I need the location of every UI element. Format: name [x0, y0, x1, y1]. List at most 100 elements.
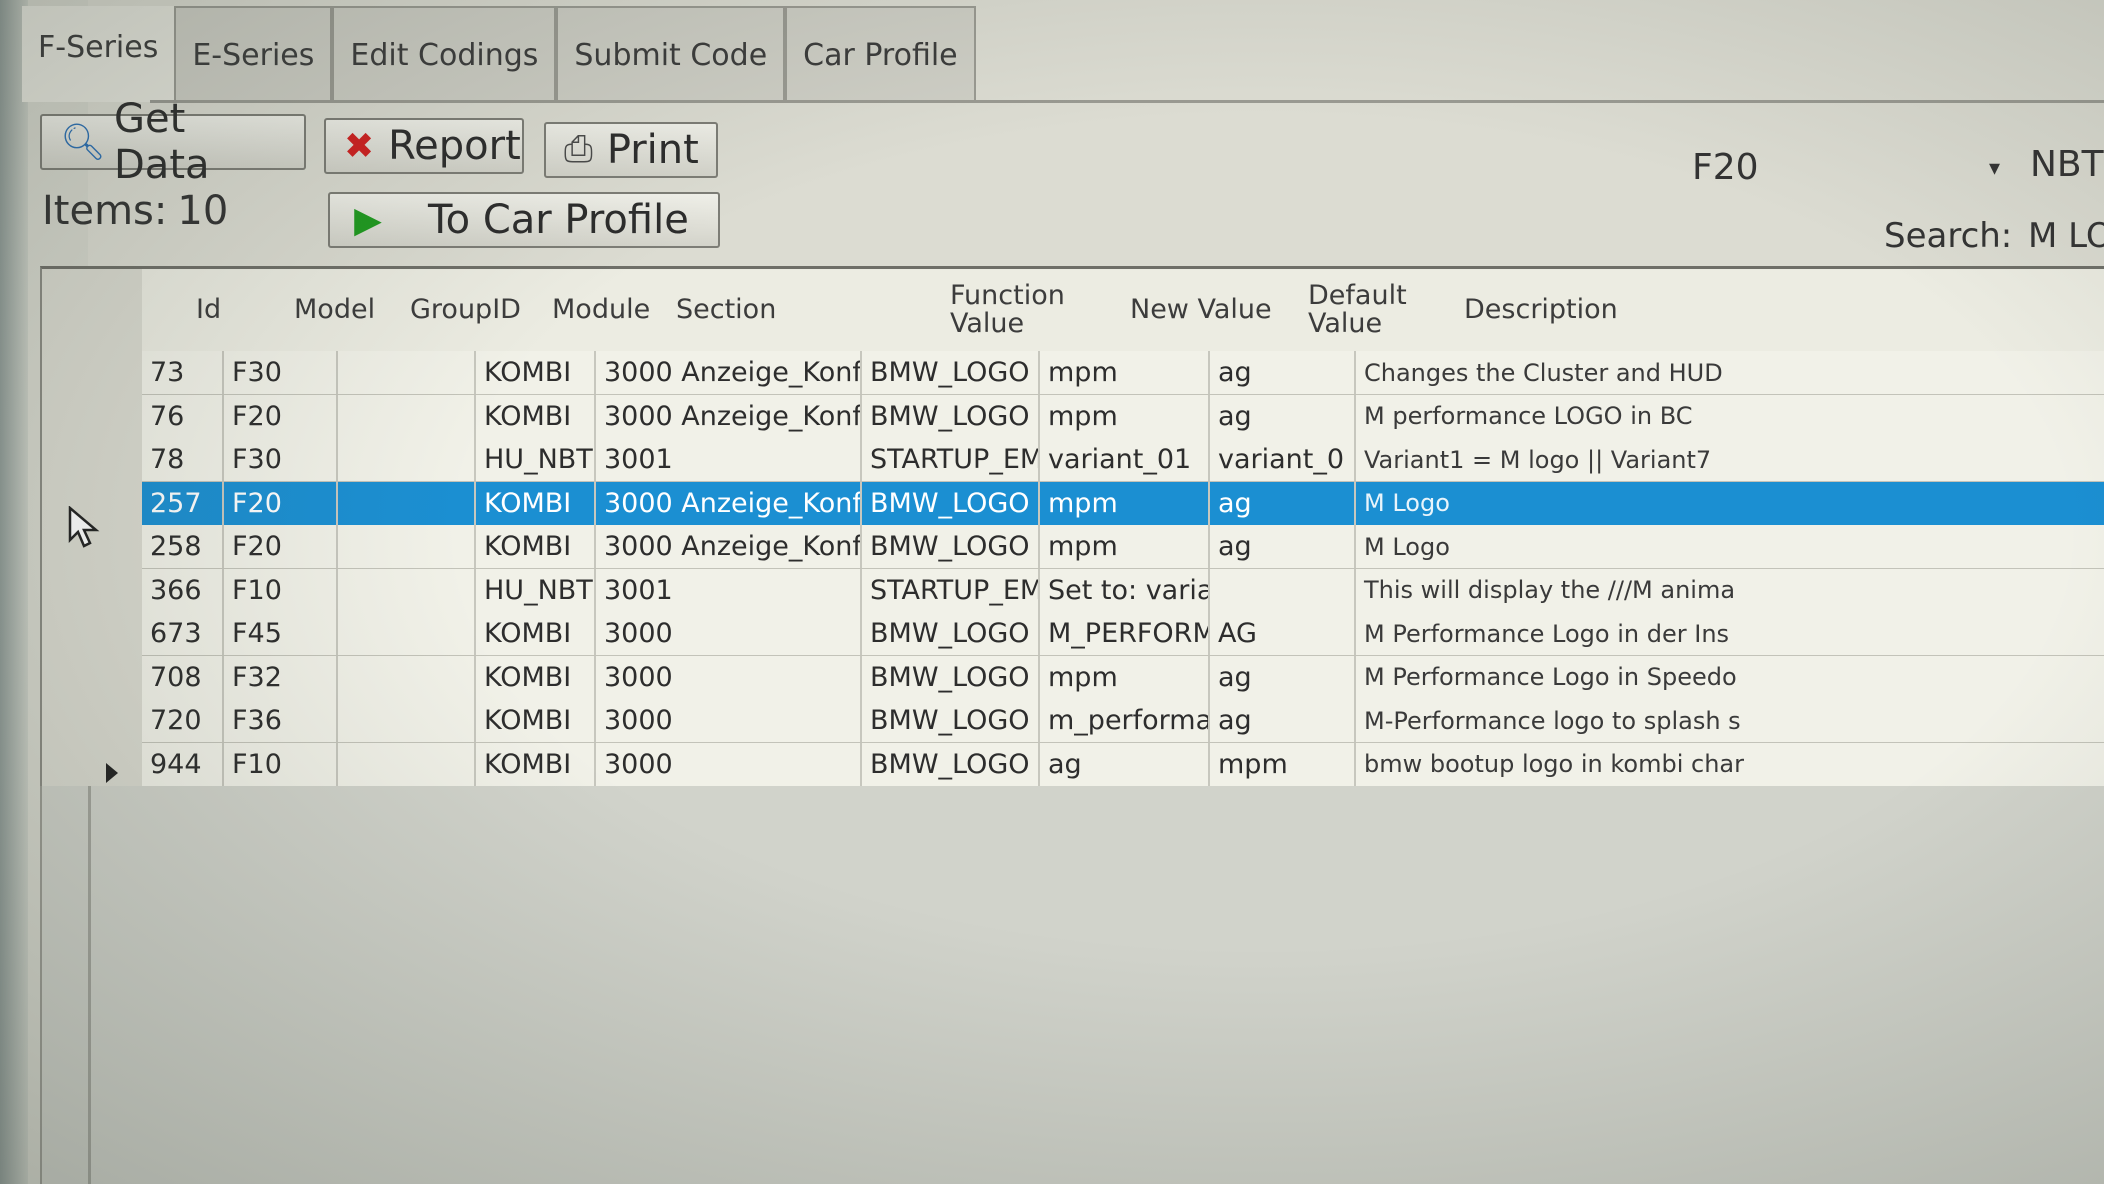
cell-module[interactable]: KOMBI [476, 525, 596, 568]
cell-module[interactable]: KOMBI [476, 699, 596, 742]
tab-submit-code[interactable]: Submit Code [556, 6, 786, 102]
cell-id[interactable]: 708 [142, 655, 224, 699]
cell-new-value[interactable]: mpm [1040, 481, 1210, 525]
cell-groupid[interactable] [338, 612, 476, 655]
col-header-groupid[interactable]: GroupID [410, 269, 521, 351]
cell-section[interactable]: 3000 [596, 699, 862, 742]
table-row[interactable]: 673F45 KOMBI3000BMW_LOGOM_PERFORMANCEAGM … [142, 612, 2104, 657]
cell-function-value[interactable]: BMW_LOGO [862, 525, 1040, 568]
cell-id[interactable]: 73 [142, 351, 224, 394]
cell-default-value[interactable]: ag [1210, 525, 1356, 568]
cell-model[interactable]: F45 [224, 612, 338, 655]
tab-e-series[interactable]: E-Series [174, 6, 333, 102]
cell-description[interactable]: Variant1 = M logo || Variant7 [1356, 438, 2104, 481]
cell-function-value[interactable]: BMW_LOGO [862, 742, 1040, 786]
table-row[interactable]: 708 F32 KOMBI 3000 BMW_LOGO mpm ag M Performanc… [142, 655, 2104, 701]
col-header-default-value[interactable]: Default Value [1308, 269, 1418, 351]
cell-new-value[interactable]: mpm [1040, 655, 1210, 699]
cell-description[interactable]: M Logo [1356, 482, 2104, 525]
tab-f-series[interactable]: F-Series [22, 6, 175, 102]
cell-model[interactable]: F30 [224, 351, 338, 394]
cell-module[interactable]: KOMBI [476, 394, 596, 438]
cell-section[interactable]: 3000 Anzeige_Konfiguration [596, 525, 862, 568]
table-row[interactable]: 720F36 KOMBI3000BMW_LOGOm_performanceagM-… [142, 699, 2104, 744]
cell-function-value[interactable]: STARTUP_EMBLEM [862, 568, 1040, 612]
cell-module[interactable]: KOMBI [476, 612, 596, 655]
search-input[interactable]: M LO [2028, 216, 2104, 256]
cell-id[interactable]: 257 [142, 481, 224, 525]
tab-edit-codings[interactable]: Edit Codings [332, 6, 557, 102]
cell-section[interactable]: 3000 Anzeige_Konfiguration [596, 394, 862, 438]
cell-module[interactable]: KOMBI [476, 481, 596, 525]
cell-module[interactable]: KOMBI [476, 742, 596, 786]
cell-groupid[interactable] [338, 481, 476, 525]
cell-new-value[interactable]: M_PERFORMANCE [1040, 612, 1210, 655]
cell-section[interactable]: 3000 [596, 612, 862, 655]
cell-model[interactable]: F20 [224, 394, 338, 438]
col-header-model[interactable]: Model [294, 269, 375, 351]
col-header-new-value[interactable]: New Value [1130, 269, 1272, 351]
table-row[interactable]: 258F20 KOMBI3000 Anzeige_KonfigurationBMW… [142, 525, 2104, 570]
cell-section[interactable]: 3000 Anzeige_Konfiguration [596, 481, 862, 525]
cell-section[interactable]: 3000 Anzeige_Konfiguration [596, 351, 862, 394]
cell-groupid[interactable] [338, 742, 476, 786]
cell-module[interactable]: KOMBI [476, 351, 596, 394]
cell-model[interactable]: F10 [224, 742, 338, 786]
cell-default-value[interactable]: mpm [1210, 742, 1356, 786]
cell-description[interactable]: Changes the Cluster and HUD [1356, 351, 2104, 394]
cell-description[interactable]: This will display the ///M anima [1356, 569, 2104, 612]
unit-select[interactable]: NBT [2030, 144, 2104, 185]
cell-model[interactable]: F32 [224, 655, 338, 699]
cell-groupid[interactable] [338, 438, 476, 481]
cell-default-value[interactable]: ag [1210, 655, 1356, 699]
table-row[interactable]: 366F10 HU_NBT3001STARTUP_EMBLEMSet to: va… [142, 568, 2104, 614]
cell-id[interactable]: 944 [142, 742, 224, 786]
cell-id[interactable]: 720 [142, 699, 224, 742]
cell-groupid[interactable] [338, 525, 476, 568]
cell-id[interactable]: 258 [142, 525, 224, 568]
cell-section[interactable]: 3001 [596, 438, 862, 481]
cell-description[interactable]: M Logo [1356, 525, 2104, 568]
chevron-down-icon[interactable]: ▾ [1989, 156, 2000, 181]
model-select[interactable]: F20 ▾ [1688, 140, 2010, 194]
cell-module[interactable]: HU_NBT [476, 568, 596, 612]
cell-model[interactable]: F30 [224, 438, 338, 481]
cell-groupid[interactable] [338, 699, 476, 742]
cell-default-value[interactable]: ag [1210, 394, 1356, 438]
report-button[interactable]: ✖ Report [324, 118, 524, 174]
table-row[interactable]: 78F30 HU_NBT3001STARTUP_EMBLEMvariant_01v… [142, 438, 2104, 483]
cell-new-value[interactable]: mpm [1040, 394, 1210, 438]
cell-model[interactable]: F20 [224, 525, 338, 568]
cell-groupid[interactable] [338, 351, 476, 394]
print-button[interactable]: ⎙ Print [544, 122, 718, 178]
cell-id[interactable]: 673 [142, 612, 224, 655]
cell-id[interactable]: 78 [142, 438, 224, 481]
cell-default-value[interactable] [1210, 568, 1356, 612]
cell-id[interactable]: 366 [142, 568, 224, 612]
cell-description[interactable]: M Performance Logo in der Ins [1356, 612, 2104, 655]
cell-new-value[interactable]: mpm [1040, 351, 1210, 394]
cell-default-value[interactable]: ag [1210, 351, 1356, 394]
cell-new-value[interactable]: ag [1040, 742, 1210, 786]
cell-section[interactable]: 3000 [596, 655, 862, 699]
cell-module[interactable]: HU_NBT [476, 438, 596, 481]
col-header-id[interactable]: Id [196, 269, 221, 351]
tab-car-profile[interactable]: Car Profile [785, 6, 976, 102]
cell-description[interactable]: M Performance Logo in Speedo [1356, 656, 2104, 699]
cell-description[interactable]: M-Performance logo to splash s [1356, 699, 2104, 742]
cell-new-value[interactable]: m_performance [1040, 699, 1210, 742]
cell-groupid[interactable] [338, 394, 476, 438]
get-data-button[interactable]: 🔍︎ Get Data [40, 96, 306, 188]
cell-section[interactable]: 3000 [596, 742, 862, 786]
col-header-module[interactable]: Module [552, 269, 650, 351]
cell-module[interactable]: KOMBI [476, 655, 596, 699]
cell-groupid[interactable] [338, 655, 476, 699]
cell-id[interactable]: 76 [142, 394, 224, 438]
table-row[interactable]: 76F20 KOMBI3000 Anzeige_KonfigurationBMW_… [142, 394, 2104, 440]
table-row[interactable]: 73F30 KOMBI3000 Anzeige_KonfigurationBMW_… [142, 351, 2104, 396]
cell-function-value[interactable]: BMW_LOGO [862, 699, 1040, 742]
cell-default-value[interactable]: ag [1210, 481, 1356, 525]
col-header-section[interactable]: Section [676, 269, 776, 351]
table-row[interactable]: 257F20 KOMBI3000 Anzeige_KonfigurationBMW… [142, 481, 2104, 527]
cell-new-value[interactable]: variant_01 [1040, 438, 1210, 481]
